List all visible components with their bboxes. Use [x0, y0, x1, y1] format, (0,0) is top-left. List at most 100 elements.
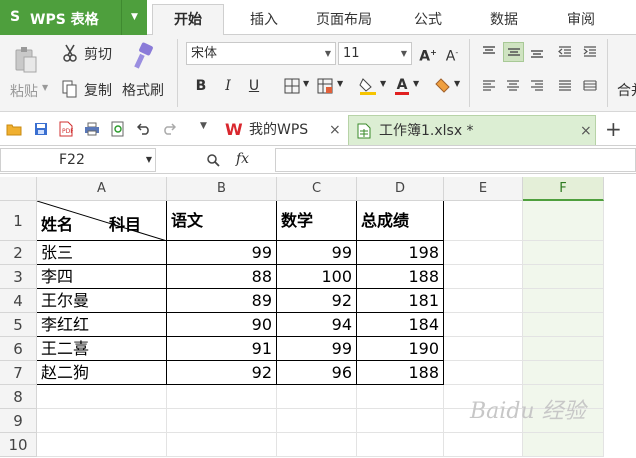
cell-d7[interactable]: 188 — [357, 361, 444, 385]
add-tab-button[interactable]: + — [605, 117, 622, 141]
row-header[interactable]: 1 — [0, 201, 37, 241]
column-header-e[interactable]: E — [444, 177, 523, 201]
underline-button[interactable]: U — [243, 75, 265, 97]
format-painter-button[interactable]: 格式刷 — [122, 80, 164, 100]
align-right-icon[interactable] — [527, 77, 547, 95]
fill-color-icon[interactable] — [358, 75, 378, 97]
align-left-icon[interactable] — [479, 77, 499, 95]
select-all-corner[interactable] — [0, 177, 37, 201]
distributed-icon[interactable] — [580, 77, 600, 95]
cell-c4[interactable]: 92 — [277, 289, 357, 313]
cell-d6[interactable]: 190 — [357, 337, 444, 361]
row-header[interactable]: 5 — [0, 313, 37, 337]
chevron-down-icon[interactable]: ▼ — [303, 79, 309, 88]
cell-e3[interactable] — [444, 265, 523, 289]
cell-f10[interactable] — [523, 433, 604, 457]
cell-d2[interactable]: 198 — [357, 241, 444, 265]
increase-font-icon[interactable]: A+ — [417, 42, 439, 65]
customize-dropdown-icon[interactable]: ▼ — [200, 121, 207, 131]
cell-f2[interactable] — [523, 241, 604, 265]
cell-f1[interactable] — [523, 201, 604, 241]
cell-a8[interactable] — [37, 385, 167, 409]
font-color-icon[interactable]: A — [393, 75, 411, 97]
tab-my-wps[interactable]: W 我的WPS × — [219, 115, 347, 145]
align-center-icon[interactable] — [503, 77, 523, 95]
save-icon[interactable] — [32, 120, 50, 138]
cell-c1[interactable]: 数学 — [277, 201, 357, 241]
cell-c8[interactable] — [277, 385, 357, 409]
cell-f6[interactable] — [523, 337, 604, 361]
row-header[interactable]: 9 — [0, 409, 37, 433]
chevron-down-icon[interactable]: ▼ — [380, 79, 386, 88]
paste-label[interactable]: 粘贴 — [10, 81, 38, 101]
paste-dropdown-icon[interactable]: ▼ — [42, 83, 48, 92]
justify-icon[interactable] — [555, 77, 575, 95]
cell-a3[interactable]: 李四 — [37, 265, 167, 289]
row-header[interactable]: 3 — [0, 265, 37, 289]
row-header[interactable]: 4 — [0, 289, 37, 313]
cell-b7[interactable]: 92 — [167, 361, 277, 385]
column-header-a[interactable]: A — [37, 177, 167, 201]
column-header-f[interactable]: F — [523, 177, 604, 201]
cell-d1[interactable]: 总成绩 — [357, 201, 444, 241]
tab-home[interactable]: 开始 — [152, 4, 224, 36]
cell-a7[interactable]: 赵二狗 — [37, 361, 167, 385]
cell-d9[interactable] — [357, 409, 444, 433]
column-header-c[interactable]: C — [277, 177, 357, 201]
tab-insert[interactable]: 插入 — [250, 9, 278, 29]
tab-page-layout[interactable]: 页面布局 — [316, 9, 372, 29]
name-box[interactable]: F22 ▼ — [0, 148, 156, 172]
cell-b8[interactable] — [167, 385, 277, 409]
redo-icon[interactable] — [160, 120, 178, 138]
borders-icon[interactable] — [282, 77, 302, 95]
column-header-d[interactable]: D — [357, 177, 444, 201]
align-top-icon[interactable] — [479, 43, 499, 61]
row-header[interactable]: 2 — [0, 241, 37, 265]
paste-icon[interactable] — [12, 45, 40, 75]
format-painter-icon[interactable] — [132, 41, 158, 71]
cell-b1[interactable]: 语文 — [167, 201, 277, 241]
chevron-down-icon[interactable]: ▼ — [454, 79, 460, 88]
cell-c9[interactable] — [277, 409, 357, 433]
insert-function-button[interactable]: fx — [236, 151, 249, 167]
cut-button[interactable]: 剪切 — [84, 44, 112, 64]
merge-center-button[interactable]: 合并 — [617, 80, 636, 100]
font-size-select[interactable]: 11 ▼ — [338, 42, 412, 65]
column-header-b[interactable]: B — [167, 177, 277, 201]
cell-e1[interactable] — [444, 201, 523, 241]
font-name-select[interactable]: 宋体 ▼ — [186, 42, 336, 65]
cell-e4[interactable] — [444, 289, 523, 313]
cell-b10[interactable] — [167, 433, 277, 457]
decrease-indent-icon[interactable] — [555, 43, 575, 61]
close-icon[interactable]: × — [580, 116, 592, 146]
cell-style-icon[interactable] — [315, 77, 335, 95]
cell-d10[interactable] — [357, 433, 444, 457]
copy-icon[interactable] — [60, 79, 80, 99]
tab-workbook1[interactable]: 工作簿1.xlsx * × — [348, 115, 596, 145]
row-header[interactable]: 10 — [0, 433, 37, 457]
tab-review[interactable]: 审阅 — [567, 9, 595, 29]
chevron-down-icon[interactable]: ▼ — [337, 79, 343, 88]
cell-e6[interactable] — [444, 337, 523, 361]
formula-input[interactable] — [275, 148, 636, 172]
cell-f3[interactable] — [523, 265, 604, 289]
decrease-font-icon[interactable]: A- — [441, 42, 463, 65]
italic-button[interactable]: I — [217, 75, 239, 97]
app-menu-button[interactable]: S WPS 表格 ▼ — [0, 0, 147, 35]
tab-formulas[interactable]: 公式 — [414, 9, 442, 29]
row-header[interactable]: 8 — [0, 385, 37, 409]
cell-b5[interactable]: 90 — [167, 313, 277, 337]
align-middle-icon[interactable] — [503, 42, 524, 62]
cell-a9[interactable] — [37, 409, 167, 433]
undo-icon[interactable] — [135, 120, 153, 138]
tab-data[interactable]: 数据 — [490, 9, 518, 29]
cell-d3[interactable]: 188 — [357, 265, 444, 289]
cell-c7[interactable]: 96 — [277, 361, 357, 385]
cell-f4[interactable] — [523, 289, 604, 313]
cell-c10[interactable] — [277, 433, 357, 457]
app-menu-dropdown-icon[interactable]: ▼ — [121, 0, 147, 35]
cell-c5[interactable]: 94 — [277, 313, 357, 337]
cell-b4[interactable]: 89 — [167, 289, 277, 313]
cell-c2[interactable]: 99 — [277, 241, 357, 265]
cell-c6[interactable]: 99 — [277, 337, 357, 361]
